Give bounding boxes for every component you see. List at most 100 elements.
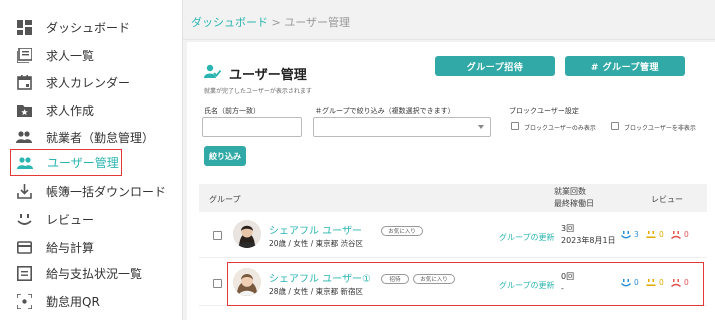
group-invite-button[interactable]: グループ招待	[435, 56, 555, 76]
filter-submit-button[interactable]: 絞り込み	[204, 146, 246, 166]
sidebar-item-label: 求人作成	[46, 103, 95, 118]
people-icon	[16, 129, 32, 145]
neutral-face-icon	[646, 230, 656, 238]
table-row: シェアフル ユーザー① 28歳 / 女性 / 東京都 新宿区 招待 お気に入り …	[199, 262, 707, 306]
sidebar-item-payroll[interactable]: 給与計算	[10, 233, 176, 261]
sidebar-item-job-create[interactable]: 求人作成	[10, 96, 176, 124]
download-icon	[16, 183, 32, 199]
table-row: シェアフル ユーザー 20歳 / 女性 / 東京都 渋谷区 お気に入り グループ…	[199, 214, 707, 258]
frown-face-icon	[671, 278, 681, 287]
work-count: 0回 -	[561, 271, 574, 295]
sidebar-item-attendance-qr[interactable]: 勤怠用QR	[10, 287, 176, 315]
sidebar-item-review[interactable]: レビュー	[10, 205, 176, 233]
sidebar-item-label: 勤怠用QR	[46, 294, 100, 309]
sidebar-item-dashboard[interactable]: ダッシュボード	[10, 13, 176, 41]
group-update-link[interactable]: グループの更新	[499, 280, 555, 291]
user-name-link[interactable]: シェアフル ユーザー①	[269, 270, 371, 285]
list-icon	[16, 47, 32, 63]
dashboard-icon	[16, 19, 32, 35]
col-review-header: レビュー	[651, 195, 683, 204]
sidebar-item-payment-status[interactable]: 給与支払状況一覧	[10, 259, 176, 287]
group-manage-button[interactable]: # グループ管理	[565, 56, 685, 76]
page-subtitle: 就業が完了したユーザーが表示されます	[204, 88, 312, 95]
block-only-label: ブロックユーザーのみ表示	[524, 125, 596, 132]
sidebar-item-bulk-download[interactable]: 帳簿一括ダウンロード	[10, 177, 176, 205]
sidebar-item-workers[interactable]: 就業者（勤怠管理）	[10, 123, 176, 151]
calendar-icon	[16, 74, 32, 90]
breadcrumb-home-link[interactable]: ダッシュボード	[191, 16, 268, 29]
sidebar-item-label: ダッシュボード	[46, 20, 131, 35]
avatar	[233, 220, 261, 248]
col-count-header-line1: 就業回数	[554, 187, 586, 196]
name-filter-label: 氏名（前方一致）	[204, 107, 260, 115]
qr-scan-icon	[16, 293, 32, 309]
col-count-header-line2: 最終稼働日	[554, 199, 594, 208]
breadcrumb: ダッシュボード > ユーザー管理	[191, 14, 350, 30]
group-filter-label: ＃グループで絞り込み（複数選択できます）	[315, 107, 455, 115]
sidebar-item-job-calendar[interactable]: 求人カレンダー	[10, 68, 176, 96]
breadcrumb-bar: ダッシュボード > ユーザー管理	[183, 0, 715, 40]
page-title: ユーザー管理	[229, 68, 307, 83]
sidebar-item-label: 就業者（勤怠管理）	[46, 130, 155, 145]
sidebar-item-label: ユーザー管理	[47, 156, 119, 170]
user-meta: 20歳 / 女性 / 東京都 渋谷区	[269, 239, 364, 248]
star-folder-icon	[16, 102, 32, 118]
favorite-tag: お気に入り	[413, 274, 455, 284]
work-count: 3回 2023年8月1日	[561, 223, 616, 247]
review-neutral-count: 0	[659, 230, 664, 239]
sidebar-item-label: 帳簿一括ダウンロード	[46, 184, 167, 199]
avatar	[233, 268, 261, 296]
review-good-count: 0	[634, 278, 639, 287]
main-area: ダッシュボード > ユーザー管理 ユーザー管理 就業が完了したユーザーが表示され…	[183, 0, 715, 320]
work-count-value: 3回	[561, 224, 575, 233]
smile-good-icon	[621, 278, 631, 286]
review-neutral: 0	[646, 230, 664, 239]
favorite-tag: お気に入り	[381, 226, 423, 236]
sidebar-item-label: 給与計算	[46, 240, 95, 255]
smile-good-icon	[621, 230, 631, 238]
sidebar-item-label: 求人カレンダー	[46, 75, 131, 90]
sidebar: ダッシュボード 求人一覧 求人カレンダー 求人作成 就業者（勤怠管理） ユーザー…	[0, 0, 183, 320]
sidebar-item-user-management[interactable]: ユーザー管理	[10, 149, 122, 176]
last-work-date: -	[561, 284, 564, 293]
col-group-header: グループ	[209, 195, 241, 204]
block-hide-checkbox[interactable]	[611, 122, 619, 130]
col-count-header: 就業回数 最終稼働日	[554, 186, 594, 210]
review-good-count: 3	[634, 230, 639, 239]
block-only-checkbox[interactable]	[511, 122, 519, 130]
work-count-value: 0回	[561, 272, 575, 281]
chevron-down-icon	[478, 125, 484, 129]
review-bad: 0	[671, 230, 689, 239]
group-update-link[interactable]: グループの更新	[499, 232, 555, 243]
last-work-date: 2023年8月1日	[561, 236, 616, 245]
list-box-icon	[16, 265, 32, 281]
user-name-link[interactable]: シェアフル ユーザー	[269, 222, 362, 237]
name-filter-input[interactable]	[202, 117, 302, 137]
sidebar-item-label: 給与支払状況一覧	[46, 266, 143, 281]
block-hide-label: ブロックユーザーを非表示	[624, 125, 696, 132]
review-bad: 0	[671, 278, 689, 287]
people-icon	[17, 155, 33, 171]
content-card: ユーザー管理 就業が完了したユーザーが表示されます グループ招待 # グループ管…	[187, 42, 715, 320]
breadcrumb-current: ユーザー管理	[284, 16, 350, 29]
invite-tag: 招待	[381, 274, 409, 284]
sidebar-item-job-list[interactable]: 求人一覧	[10, 41, 176, 69]
group-filter-select[interactable]	[313, 117, 491, 137]
smile-icon	[16, 211, 32, 227]
card-icon	[16, 239, 32, 255]
row-checkbox[interactable]	[213, 231, 222, 240]
table-header: グループ 就業回数 最終稼働日 レビュー	[199, 184, 707, 212]
review-bad-count: 0	[684, 278, 689, 287]
block-setting-label: ブロックユーザー設定	[509, 107, 579, 115]
sidebar-item-label: 求人一覧	[46, 48, 95, 63]
user-meta: 28歳 / 女性 / 東京都 新宿区	[269, 287, 364, 296]
breadcrumb-separator: >	[271, 16, 281, 29]
sidebar-item-label: レビュー	[46, 212, 95, 227]
review-bad-count: 0	[684, 230, 689, 239]
review-neutral: 0	[646, 278, 664, 287]
row-checkbox[interactable]	[213, 279, 222, 288]
review-good: 3	[621, 230, 639, 239]
user-check-icon	[204, 64, 222, 83]
frown-face-icon	[671, 230, 681, 239]
review-neutral-count: 0	[659, 278, 664, 287]
